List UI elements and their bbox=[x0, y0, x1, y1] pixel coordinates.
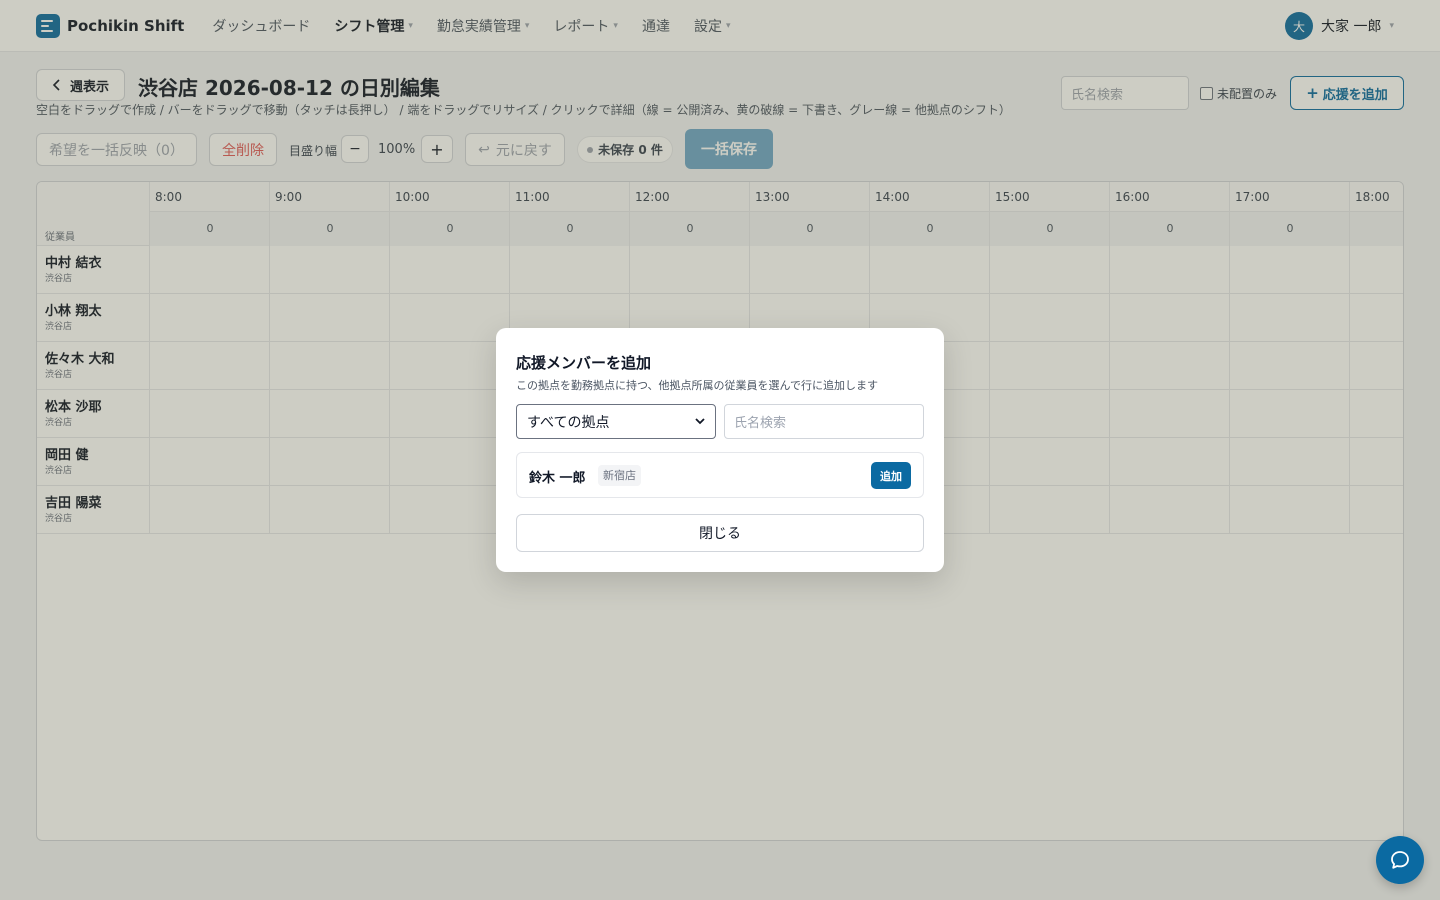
modal-title: 応援メンバーを追加 bbox=[516, 354, 652, 372]
candidate-add-button[interactable]: 追加 bbox=[871, 462, 911, 489]
chat-button[interactable] bbox=[1376, 836, 1424, 884]
modal-name-search-input[interactable]: 氏名検索 bbox=[724, 404, 924, 439]
add-support-modal: 応援メンバーを追加 この拠点を勤務拠点に持つ、他拠点所属の従業員を選んで行に追加… bbox=[496, 328, 944, 572]
candidate-row: 鈴木 一郎 新宿店 追加 bbox=[516, 452, 924, 498]
chevron-down-icon bbox=[695, 418, 705, 425]
chat-bubble-icon bbox=[1391, 851, 1409, 869]
store-select[interactable]: すべての拠点 bbox=[516, 404, 716, 439]
candidate-name: 鈴木 一郎 bbox=[529, 471, 586, 486]
modal-description: この拠点を勤務拠点に持つ、他拠点所属の従業員を選んで行に追加します bbox=[516, 379, 879, 392]
modal-close-button[interactable]: 閉じる bbox=[516, 514, 924, 552]
candidate-store-badge: 新宿店 bbox=[598, 465, 641, 486]
